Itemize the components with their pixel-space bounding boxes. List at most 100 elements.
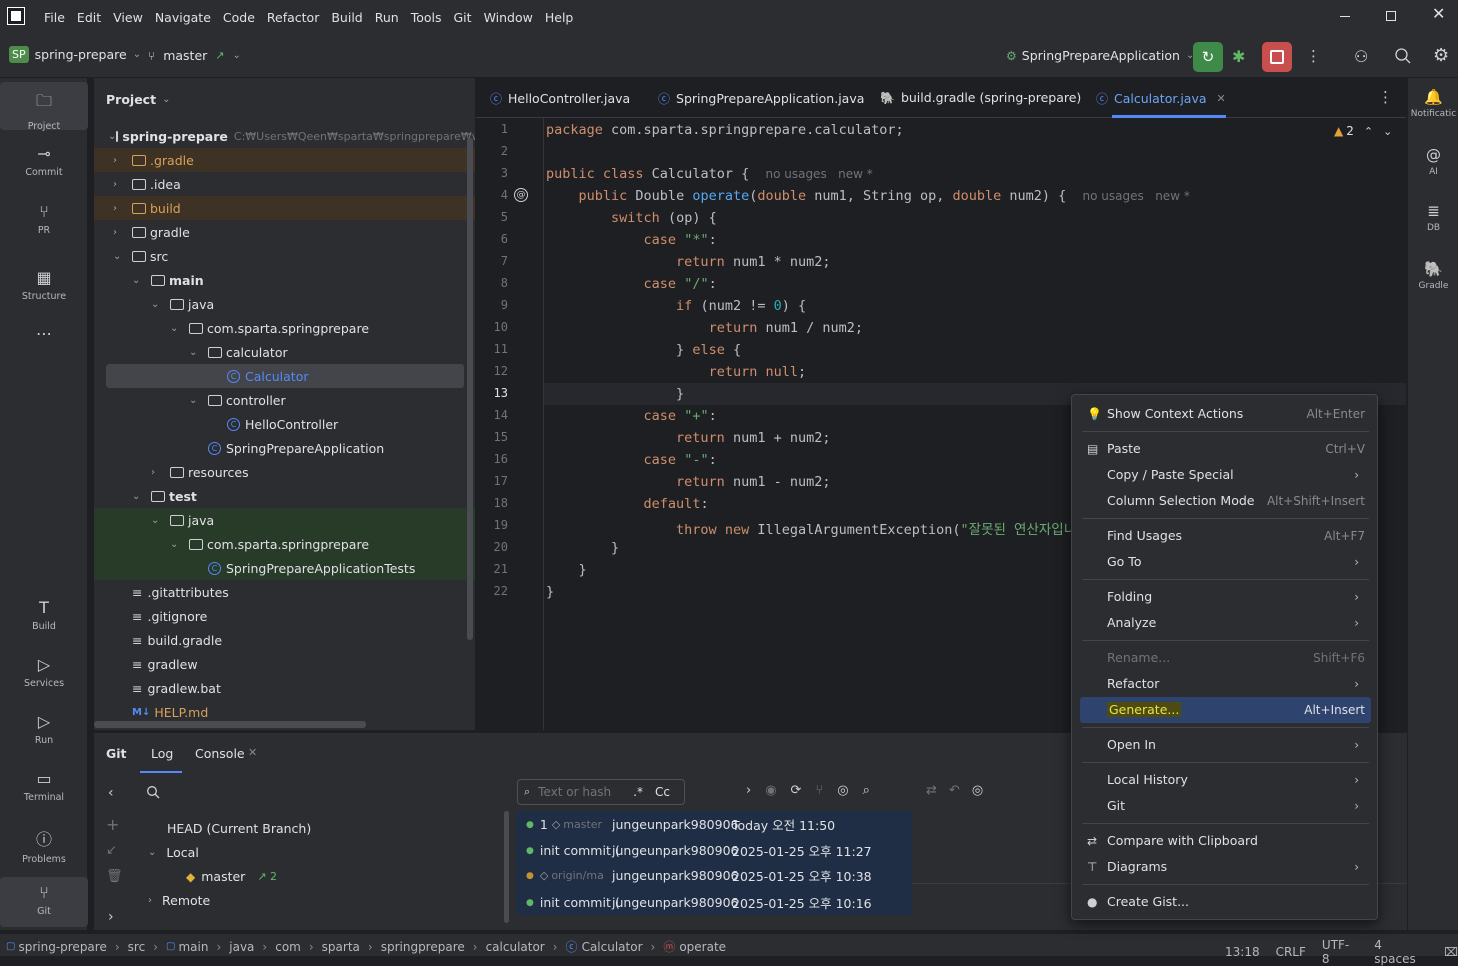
tree-item[interactable]: ⌄ com.sparta.springprepare	[94, 316, 475, 340]
tree-item[interactable]: C Calculator	[106, 364, 464, 388]
tool-ai[interactable]: @ AI	[1408, 146, 1458, 177]
search-icon[interactable]	[1394, 47, 1412, 65]
tree-item[interactable]: › .idea	[94, 172, 475, 196]
tree-item[interactable]: ⌄ com.sparta.springprepare	[94, 532, 475, 556]
breadcrumb-item[interactable]: sparta	[322, 940, 360, 954]
tree-item[interactable]: ⌄ java	[94, 508, 475, 532]
commit-row[interactable]: ● ◇ origin/ma jungeunpark980906 2025-01-25 오…	[526, 868, 872, 884]
code-line[interactable]: public class Calculator { no usages new …	[546, 166, 873, 182]
chevron-down-icon[interactable]: ⌄	[1383, 125, 1392, 138]
rerun-button[interactable]: ↻	[1193, 42, 1223, 72]
expand-right-icon[interactable]: ›	[108, 909, 114, 925]
code-line[interactable]: case "*":	[546, 232, 717, 248]
tree-item[interactable]: ⌄ calculator	[94, 340, 475, 364]
log-search-field[interactable]: ⌕ Text or hash .* Cc	[517, 779, 685, 805]
menu-file[interactable]: File	[44, 10, 65, 25]
breadcrumb-item[interactable]: springprepare	[381, 940, 465, 954]
menu-item-find-usages[interactable]: Find Usages Alt+F7	[1080, 523, 1371, 549]
menu-item-generate[interactable]: Generate... Alt+Insert	[1080, 697, 1371, 723]
tree-item[interactable]: ≡ build.gradle	[94, 628, 475, 652]
tool-problems[interactable]: ⓘ Problems	[0, 826, 88, 865]
tool-build[interactable]: T Build	[0, 598, 88, 632]
caret-position[interactable]: 13:18	[1225, 945, 1260, 959]
menu-item-copy-paste-special[interactable]: Copy / Paste Special ›	[1080, 462, 1371, 488]
more-icon[interactable]: ⋮	[1306, 47, 1321, 65]
breadcrumb-item[interactable]: main	[178, 940, 208, 954]
debug-icon[interactable]: ✱	[1232, 47, 1245, 66]
lock-icon[interactable]: ⌧	[1444, 945, 1458, 959]
menu-item-refactor[interactable]: Refactor ›	[1080, 671, 1371, 697]
file-encoding[interactable]: UTF-8	[1322, 938, 1356, 966]
menu-git[interactable]: Git	[454, 10, 472, 25]
close-console-icon[interactable]: ✕	[248, 746, 257, 759]
chevron-right-icon[interactable]: ›	[113, 203, 132, 214]
menu-help[interactable]: Help	[545, 10, 574, 25]
menu-item-create-gist[interactable]: ● Create Gist...	[1080, 889, 1371, 915]
tree-item[interactable]: ⌄ src	[94, 244, 475, 268]
case-toggle[interactable]: Cc	[655, 785, 670, 799]
delete-icon[interactable]: 🗑	[106, 869, 123, 884]
tool-git[interactable]: ⑂ Git	[0, 883, 88, 917]
tool-commit[interactable]: ⊸ Commit	[0, 144, 88, 178]
code-line[interactable]: return num1 - num2;	[546, 474, 830, 490]
code-line[interactable]: switch (op) {	[546, 210, 717, 226]
line-separator[interactable]: CRLF	[1276, 945, 1306, 959]
menu-item-show-context-actions[interactable]: 💡 Show Context Actions Alt+Enter	[1080, 401, 1371, 427]
tool-bell[interactable]: 🔔 Notificatic	[1408, 88, 1458, 119]
horizontal-scrollbar[interactable]	[94, 721, 366, 728]
code-line[interactable]: case "+":	[546, 408, 717, 424]
settings-icon[interactable]: ⚙	[1433, 45, 1449, 66]
menu-item-paste[interactable]: ▤ Paste Ctrl+V	[1080, 436, 1371, 462]
menu-item-column-selection-mode[interactable]: Column Selection Mode Alt+Shift+Insert	[1080, 488, 1371, 514]
menu-run[interactable]: Run	[375, 10, 399, 25]
tree-item[interactable]: ≡ gradlew.bat	[94, 676, 475, 700]
maximize-button[interactable]	[1386, 11, 1396, 21]
commit-row[interactable]: ● 1 ◇ master jungeunpark980906 Today 오전 11:50	[526, 817, 835, 833]
indent-setting[interactable]: 4 spaces	[1374, 938, 1426, 966]
menu-build[interactable]: Build	[331, 10, 362, 25]
editor-tab[interactable]: 🐘 build.gradle (spring-prepare)	[880, 90, 1081, 105]
branch-head[interactable]: HEAD (Current Branch)	[167, 821, 311, 836]
stop-button[interactable]	[1262, 42, 1292, 72]
branch-remote-group[interactable]: › Remote	[148, 893, 210, 908]
code-line[interactable]: return num1 * num2;	[546, 254, 830, 270]
chevron-right-icon[interactable]: ›	[151, 467, 170, 478]
tree-item[interactable]: ≡ .gitignore	[94, 604, 475, 628]
tree-item[interactable]: › .gradle	[94, 148, 475, 172]
branch-switcher[interactable]: ⑂ master ↗ ⌄	[148, 48, 241, 63]
breadcrumb-item[interactable]: java	[229, 940, 254, 954]
eye-icon[interactable]: ◎	[837, 783, 848, 798]
code-line[interactable]: if (num2 != 0) {	[546, 298, 806, 314]
tool-terminal[interactable]: ▭ Terminal	[0, 769, 88, 803]
chevron-right-icon[interactable]: ›	[113, 155, 132, 166]
vertical-scrollbar[interactable]	[467, 138, 473, 640]
menu-tools[interactable]: Tools	[411, 10, 442, 25]
code-line[interactable]: public Double operate(double num1, Strin…	[546, 188, 1190, 204]
code-line[interactable]: throw new IllegalArgumentException("잘못된 …	[546, 518, 1076, 538]
code-line[interactable]: case "-":	[546, 452, 717, 468]
chevron-down-icon[interactable]: ⌄	[113, 251, 132, 262]
menu-item-rename[interactable]: Rename... Shift+F6	[1080, 645, 1371, 671]
chevron-right-icon[interactable]: ›	[113, 179, 132, 190]
chevron-up-icon[interactable]: ⌃	[1364, 125, 1373, 138]
run-config-selector[interactable]: ⚙ SpringPrepareApplication ⌄	[1006, 48, 1194, 63]
breadcrumb-item[interactable]: spring-prepare	[18, 940, 106, 954]
editor-tab[interactable]: ⓒ HelloController.java	[490, 90, 630, 107]
tree-item[interactable]: ≡ .gitattributes	[94, 580, 475, 604]
code-line[interactable]: }	[546, 386, 684, 402]
tool-more[interactable]: ⋯	[0, 324, 88, 343]
commit-row[interactable]: ● init commit (jungeunpark980906 2025-01-2…	[526, 843, 872, 859]
chevron-down-icon[interactable]: ⌄	[132, 275, 151, 286]
project-panel-header[interactable]: Project ⌄	[106, 92, 170, 107]
menu-code[interactable]: Code	[223, 10, 255, 25]
bottom-tab-git[interactable]: Git	[106, 746, 127, 761]
close-tab-icon[interactable]: ✕	[1217, 92, 1226, 105]
code-line[interactable]: default:	[546, 496, 709, 512]
search-icon[interactable]	[146, 785, 160, 799]
code-line[interactable]: } else {	[546, 342, 741, 358]
tree-root[interactable]: ⌄ spring-prepare C:₩Users₩Qeen₩sparta₩sp…	[94, 124, 475, 148]
tool-gradle[interactable]: 🐘 Gradle	[1408, 260, 1458, 291]
tree-item[interactable]: › gradle	[94, 220, 475, 244]
menu-item-diagrams[interactable]: ⊤ Diagrams ›	[1080, 854, 1371, 880]
menu-window[interactable]: Window	[484, 10, 533, 25]
